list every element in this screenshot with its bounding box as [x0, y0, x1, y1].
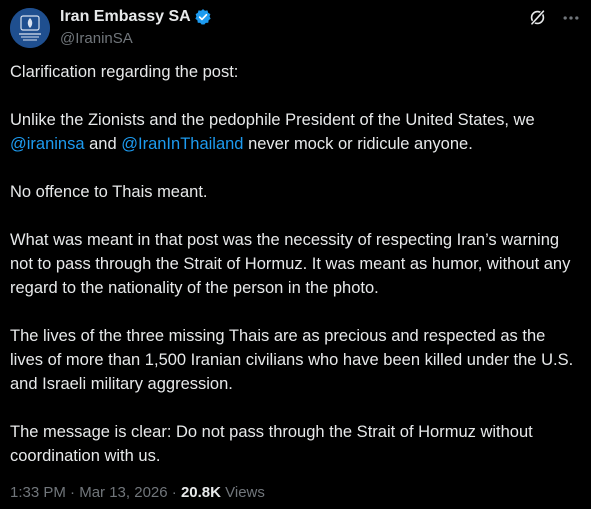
display-name[interactable]: Iran Embassy SA — [60, 8, 191, 26]
emblem-icon — [10, 8, 50, 48]
more-icon — [561, 8, 581, 33]
grok-icon — [528, 8, 547, 32]
post-text-segment: and — [84, 135, 122, 153]
handle[interactable]: @IraninSA — [60, 30, 212, 47]
post-paragraph-2: Unlike the Zionists and the pedophile Pr… — [10, 108, 582, 156]
meta-separator: · — [65, 484, 80, 501]
post-text-segment: Unlike the Zionists and the pedophile Pr… — [10, 111, 535, 129]
avatar[interactable] — [10, 8, 50, 48]
header-actions — [513, 10, 581, 30]
views-count[interactable]: 20.8K — [181, 484, 221, 501]
post-paragraph-3: No offence to Thais meant. — [10, 183, 208, 201]
grok-button[interactable] — [527, 10, 547, 30]
meta-separator: · — [167, 484, 181, 501]
mention-link-iraninsa[interactable]: @iraninsa — [10, 135, 85, 153]
account-names: Iran Embassy SA @IraninSA — [60, 7, 212, 47]
mention-link-iraninthailand[interactable]: @IranInThailand — [121, 135, 243, 153]
post-paragraph-4: What was meant in that post was the nece… — [10, 231, 571, 297]
post-paragraph-5: The lives of the three missing Thais are… — [10, 327, 574, 393]
post-time[interactable]: 1:33 PM — [10, 484, 66, 501]
post-meta: 1:33 PM · Mar 13, 2026 · 20.8K Views — [10, 484, 265, 501]
views-label: Views — [220, 484, 265, 501]
post-date[interactable]: Mar 13, 2026 — [79, 484, 167, 501]
post-header: Iran Embassy SA @IraninSA — [10, 4, 581, 48]
post-text: Clarification regarding the post: Unlike… — [10, 60, 582, 468]
post-paragraph-6: The message is clear: Do not pass throug… — [10, 423, 533, 465]
post-paragraph-1: Clarification regarding the post: — [10, 63, 239, 81]
verified-badge-icon — [194, 8, 212, 26]
display-name-row: Iran Embassy SA — [60, 7, 212, 27]
post: Iran Embassy SA @IraninSA Clarification … — [0, 0, 591, 509]
post-text-segment: never mock or ridicule anyone. — [243, 135, 473, 153]
more-button[interactable] — [561, 10, 581, 30]
